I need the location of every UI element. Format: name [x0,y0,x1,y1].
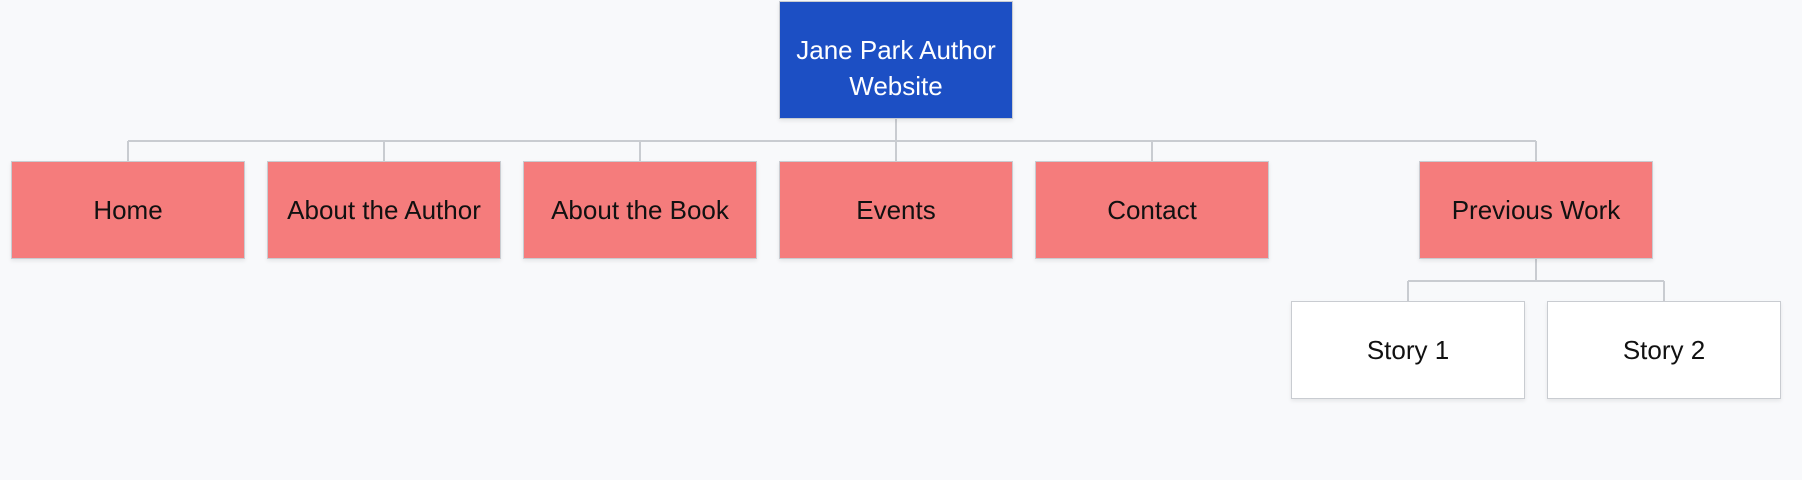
section-node-label: Home [93,194,163,225]
section-node-about-book[interactable]: About the Book [523,161,757,259]
root-node-label: Jane Park Author Website [796,35,996,101]
sitemap-diagram: Jane Park Author Website Home About the … [0,0,1802,480]
section-node-contact[interactable]: Contact [1035,161,1269,259]
leaf-node-label: Story 1 [1366,334,1450,365]
section-node-home[interactable]: Home [11,161,245,259]
section-node-label: About the Author [287,194,481,225]
leaf-node-story-2[interactable]: Story 2 [1547,301,1781,399]
section-node-label: Contact [1107,194,1197,225]
section-node-label: Events [856,194,936,225]
section-node-about-author[interactable]: About the Author [267,161,501,259]
section-node-events[interactable]: Events [779,161,1013,259]
section-node-previous-work[interactable]: Previous Work [1419,161,1653,259]
root-node-site[interactable]: Jane Park Author Website [779,1,1013,119]
section-node-label: Previous Work [1451,194,1621,225]
section-node-label: About the Book [551,194,729,225]
leaf-node-label: Story 2 [1622,334,1706,365]
leaf-node-story-1[interactable]: Story 1 [1291,301,1525,399]
